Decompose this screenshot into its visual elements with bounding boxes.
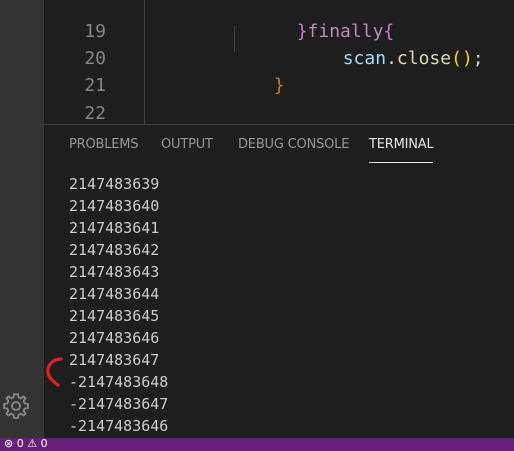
- gear-icon[interactable]: [1, 391, 31, 421]
- code-line: 23 }: [44, 102, 514, 124]
- code-line: 22: [44, 75, 514, 124]
- panel-tabs: PROBLEMS OUTPUT DEBUG CONSOLE TERMINAL: [44, 125, 514, 165]
- terminal-line: -2147483646: [69, 417, 169, 435]
- code-editor[interactable]: 19 }finally{ 20 scan.close(); 21 } 22 23…: [44, 0, 514, 124]
- code-line: 19 }finally{: [44, 0, 514, 42]
- tab-problems[interactable]: PROBLEMS: [69, 137, 139, 152]
- terminal-output[interactable]: 2147483639 2147483640 2147483641 2147483642…: [44, 173, 514, 439]
- code-line: 20 scan.close();: [44, 20, 514, 69]
- tab-terminal[interactable]: TERMINAL: [369, 137, 434, 152]
- vscode-window: 19 }finally{ 20 scan.close(); 21 } 22 23…: [0, 0, 514, 451]
- code-line: 21 }: [44, 47, 514, 96]
- terminal-line: 2147483647: [69, 351, 160, 369]
- terminal-line: -2147483648: [69, 373, 169, 391]
- bottom-panel: PROBLEMS OUTPUT DEBUG CONSOLE TERMINAL 2…: [44, 124, 514, 439]
- status-problems-count[interactable]: ⊗ 0 ⚠ 0: [4, 437, 48, 450]
- tab-output[interactable]: OUTPUT: [161, 137, 213, 152]
- annotation-mark: [46, 357, 63, 387]
- terminal-line: 2147483641: [69, 219, 160, 237]
- terminal-line: 2147483646: [69, 329, 160, 347]
- terminal-line: -2147483647: [69, 395, 169, 413]
- terminal-line: 2147483645: [69, 307, 160, 325]
- terminal-line: 2147483642: [69, 241, 160, 259]
- terminal-line: 2147483639: [69, 175, 160, 193]
- terminal-line: 2147483644: [69, 285, 160, 303]
- tab-debug-console[interactable]: DEBUG CONSOLE: [238, 137, 349, 152]
- status-bar: ⊗ 0 ⚠ 0: [0, 437, 514, 451]
- terminal-line: 2147483643: [69, 263, 160, 281]
- active-tab-indicator: [369, 162, 433, 163]
- activity-bar: [0, 0, 44, 438]
- terminal-line: 2147483640: [69, 197, 160, 215]
